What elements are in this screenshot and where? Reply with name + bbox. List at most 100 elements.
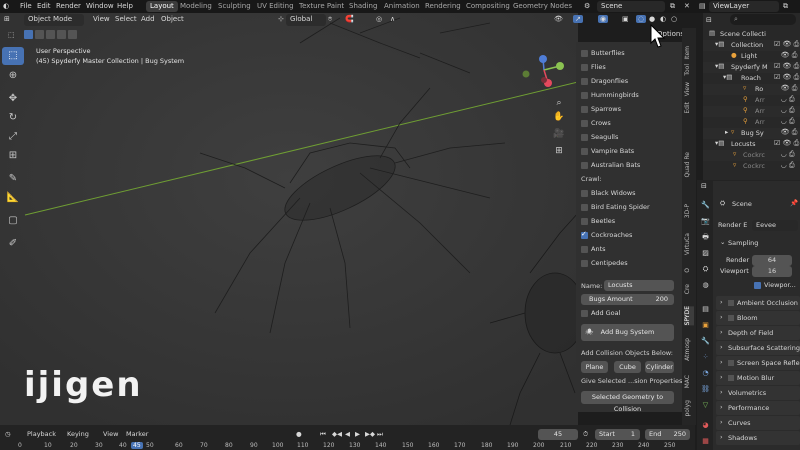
ortho-grid-icon[interactable]: ⊞ (552, 144, 566, 158)
scene-properties-icon[interactable]: ⛭ (700, 264, 711, 275)
panel-depth-of-field[interactable]: › Depth of Field (716, 326, 800, 340)
menu-view-timeline[interactable]: View (103, 430, 118, 438)
tab-quad-remesher[interactable]: Quad Re (684, 152, 694, 178)
eye-hidden-icon[interactable]: ◡ ⎙ (774, 161, 795, 170)
bugs-amount-field[interactable]: Bugs Amount 200 (581, 294, 674, 305)
overlay-toggle-icon[interactable]: ◉ (598, 15, 609, 23)
material-properties-icon[interactable]: ◕ (700, 420, 711, 431)
object-properties-icon[interactable]: ▣ (700, 320, 711, 331)
new-scene-icon[interactable]: ⧉ (670, 2, 675, 11)
eye-icon[interactable]: ☑ 👁 ⎙ (774, 139, 799, 148)
tab-layout[interactable]: Layout (146, 1, 178, 12)
panel-checkbox[interactable] (728, 315, 734, 321)
menu-object[interactable]: Object (161, 15, 184, 23)
eye-hidden-icon[interactable]: ◡ ⎙ (774, 117, 795, 126)
tab-shading[interactable]: Shading (345, 1, 381, 12)
scale-tool-icon[interactable]: ⤢ (2, 128, 24, 146)
physics-properties-icon[interactable]: ◔ (700, 368, 711, 379)
annotate-tool-icon[interactable]: ✎ (2, 170, 24, 188)
eyedropper-tool-icon[interactable]: ✐ (2, 235, 24, 253)
menu-add[interactable]: Add (141, 15, 155, 23)
eye-hidden-icon[interactable]: ◡ ⎙ (774, 150, 795, 159)
solid-shading-icon[interactable]: ● (649, 15, 655, 23)
texture-properties-icon[interactable]: ▦ (700, 436, 711, 447)
pivot-icon[interactable]: ⌾ (328, 15, 332, 24)
menu-view[interactable]: View (93, 15, 110, 23)
name-field[interactable]: Locusts (604, 280, 674, 291)
new-view-layer-icon[interactable]: ⧉ (783, 2, 788, 11)
panel-performance[interactable]: › Performance (716, 401, 800, 415)
panel-checkbox[interactable] (728, 375, 734, 381)
properties-editor-icon[interactable]: ⊟ (701, 182, 707, 190)
tab-polygon[interactable]: polyg (684, 400, 694, 417)
tab-virtucam[interactable]: VirtuCa (684, 233, 694, 255)
frame-start-field[interactable]: Start 1 (595, 429, 640, 440)
jump-start-icon[interactable]: ⏮ (320, 430, 326, 439)
menu-window[interactable]: Window (86, 2, 114, 10)
orientation-selector[interactable]: Global (286, 14, 326, 26)
panel-volumetrics[interactable]: › Volumetrics (716, 386, 800, 400)
editor-type-icon[interactable]: ⊞ (4, 15, 10, 23)
play-icon[interactable]: ▶ (355, 430, 360, 438)
outliner-filter-icon[interactable]: ⊟ (706, 16, 712, 24)
select-invert-icon[interactable] (57, 30, 66, 39)
xray-icon[interactable]: ▣ (622, 15, 629, 23)
menu-file[interactable]: File (20, 2, 32, 10)
rendered-shading-icon[interactable]: ○ (671, 15, 677, 23)
frame-end-field[interactable]: End 250 (645, 429, 690, 440)
material-shading-icon[interactable]: ◐ (660, 15, 666, 23)
add-cube-tool-icon[interactable]: ▢ (2, 212, 24, 230)
tab-animation[interactable]: Animation (380, 1, 424, 12)
render-samples-field[interactable]: 64 (752, 255, 792, 266)
tab-compositing[interactable]: Compositing (462, 1, 514, 12)
3d-viewport[interactable] (0, 13, 578, 425)
render-properties-icon[interactable]: 📷 (700, 216, 711, 227)
blender-logo-icon[interactable]: ◐ (3, 2, 9, 10)
eye-icon[interactable]: 👁 ⎙ (774, 51, 798, 60)
particles-properties-icon[interactable]: ⁘ (700, 352, 711, 363)
zoom-icon[interactable]: ⌕ (552, 96, 566, 110)
tab-view[interactable]: View (684, 82, 694, 96)
measure-tool-icon[interactable]: 📐 (2, 189, 24, 207)
panel-screen-space-reflections[interactable]: › Screen Space Reflec (716, 356, 800, 370)
scene-selector[interactable]: Scene (597, 1, 665, 12)
constraints-properties-icon[interactable]: ⛓ (700, 384, 711, 395)
tab-spyderfy[interactable]: SPYDE (684, 306, 694, 326)
menu-keying[interactable]: Keying (67, 430, 89, 438)
tab-modeling[interactable]: Modeling (176, 1, 216, 12)
tab-atmosphere[interactable]: Atmosp (684, 338, 694, 361)
modifier-properties-icon[interactable]: 🔧 (700, 336, 711, 347)
navigation-gizmo[interactable] (518, 50, 570, 102)
delete-scene-icon[interactable]: ✕ (684, 2, 690, 10)
tab-tool[interactable]: Tool (684, 64, 694, 76)
outliner-search-input[interactable] (730, 14, 796, 25)
tab-edit[interactable]: Edit (684, 102, 694, 114)
collection-properties-icon[interactable]: ▤ (700, 304, 711, 315)
eye-icon[interactable]: ☑ 👁 ⎙ (774, 62, 799, 71)
pan-hand-icon[interactable]: ✋ (552, 110, 566, 124)
output-properties-icon[interactable]: 🖶 (700, 232, 711, 243)
render-engine-select[interactable]: Eevee (752, 220, 798, 231)
menu-playback[interactable]: Playback (27, 430, 56, 438)
add-bug-system-button[interactable]: 🕷 Add Bug System (581, 324, 674, 341)
view-layer-properties-icon[interactable]: ▨ (700, 248, 711, 259)
eye-hidden-icon[interactable]: ◡ ⎙ (774, 95, 795, 104)
tab-uv-editing[interactable]: UV Editing (253, 1, 298, 12)
collision-plane-button[interactable]: Plane (581, 361, 608, 373)
auto-keying-icon[interactable]: ● (296, 430, 302, 438)
eye-icon[interactable]: 👁 ⎙ (774, 128, 798, 137)
pin-icon[interactable]: 📌 (790, 199, 798, 207)
select-extend-icon[interactable] (35, 30, 44, 39)
collision-cylinder-button[interactable]: Cylinder (645, 361, 674, 373)
jump-end-icon[interactable]: ⏭ (377, 430, 383, 439)
proportional-edit-icon[interactable]: ◎ (376, 15, 382, 23)
falloff-icon[interactable]: ∧ (390, 15, 395, 23)
selected-geometry-collision-button[interactable]: Selected Geometry to Collision (581, 391, 674, 413)
panel-subsurface-scattering[interactable]: › Subsurface Scattering (716, 341, 800, 355)
tab-create[interactable]: Cre (684, 284, 694, 294)
panel-checkbox[interactable] (728, 360, 734, 366)
panel-bloom[interactable]: › Bloom (716, 311, 800, 325)
eye-icon[interactable]: ☑ 👁 ⎙ (774, 73, 799, 82)
tab-rendering[interactable]: Rendering (421, 1, 465, 12)
rotate-tool-icon[interactable]: ↻ (2, 109, 24, 127)
